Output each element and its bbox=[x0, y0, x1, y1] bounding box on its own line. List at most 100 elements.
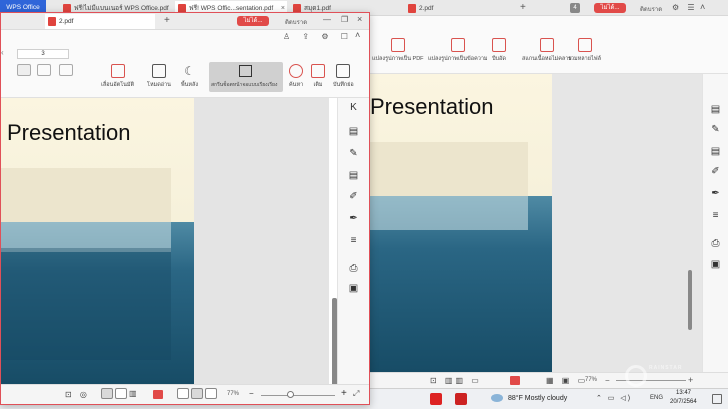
search-button[interactable]: ค้นหา bbox=[289, 64, 303, 89]
scan-button[interactable]: สแกนเนื้อหอไม่คลาย bbox=[522, 38, 572, 63]
button-label: เลื่อนอัตโนมัติ bbox=[101, 82, 135, 88]
sea-surface bbox=[370, 196, 528, 230]
button-label: แปลงรูปภาพเป็นข้อความ bbox=[428, 56, 488, 62]
background-document-view[interactable]: Presentation bbox=[370, 74, 702, 372]
compress-icon bbox=[492, 38, 506, 52]
tab-2-pdf[interactable]: 2.pdf bbox=[45, 14, 155, 29]
slide-panel bbox=[1, 168, 171, 224]
login-button[interactable]: ไม่ได้... bbox=[594, 3, 626, 13]
fill-icon bbox=[311, 64, 325, 78]
watermark-circle bbox=[625, 365, 647, 387]
double-view-button[interactable] bbox=[115, 388, 127, 399]
chevron-left-icon[interactable]: ‹ bbox=[1, 48, 4, 57]
auto-scroll-button[interactable]: เลื่อนอัตโนมัติ bbox=[101, 64, 134, 89]
slide-title: Presentation bbox=[7, 120, 131, 145]
pen-icon[interactable]: ✒ bbox=[348, 213, 359, 224]
clock-time[interactable]: 13:47 bbox=[676, 390, 691, 396]
book-icon bbox=[151, 64, 166, 78]
login-button[interactable]: ไม่ได้... bbox=[237, 16, 269, 26]
language-indicator[interactable]: ENG bbox=[650, 395, 663, 401]
merge-files-button[interactable]: รวมหลายไฟล์ bbox=[568, 38, 601, 63]
fit-width-button[interactable] bbox=[191, 388, 203, 399]
fullscreen-icon[interactable]: ⤢ bbox=[353, 389, 359, 399]
single-page-icon[interactable] bbox=[17, 64, 31, 76]
convert-icon[interactable]: ▤ bbox=[710, 146, 721, 157]
minimize-icon[interactable]: — bbox=[323, 15, 331, 24]
scrollbar-thumb[interactable] bbox=[688, 270, 692, 330]
frame-icon[interactable]: ▣ bbox=[710, 259, 721, 270]
weather-text[interactable]: 88°F Mostly cloudy bbox=[508, 395, 567, 402]
book-view-icon[interactable]: ▥ bbox=[129, 389, 137, 398]
window-icons[interactable]: ⚙ ☰ bbox=[672, 3, 698, 12]
notes-button[interactable]: บันทึกย่อ bbox=[333, 64, 354, 89]
background-button[interactable]: ☾ พื้นหลัง bbox=[181, 64, 198, 89]
image-to-text-button[interactable]: แปลงรูปภาพเป็นข้อความ bbox=[428, 38, 488, 63]
chevron-up-icon[interactable]: ˄ bbox=[355, 30, 360, 40]
close-icon[interactable]: × bbox=[357, 14, 362, 24]
tab-pdf-4[interactable]: 2.pdf bbox=[405, 1, 517, 16]
zoom-in-icon[interactable]: + bbox=[341, 388, 347, 399]
layout-icons[interactable]: ▦ ▣ ▭ bbox=[546, 376, 588, 385]
share-label[interactable]: ติดบราด bbox=[285, 17, 307, 27]
single-view-button[interactable] bbox=[101, 388, 113, 399]
edit-icon[interactable]: ✎ bbox=[710, 124, 721, 135]
taskbar-pdf-icon[interactable] bbox=[455, 393, 467, 405]
new-tab-plus-icon[interactable]: + bbox=[520, 2, 526, 13]
zoom-slider-knob[interactable] bbox=[287, 391, 294, 398]
zoom-level[interactable]: 77% bbox=[227, 391, 239, 397]
print-icon[interactable]: ⎙ bbox=[710, 238, 721, 249]
screenshot-button[interactable]: สกรีนช็อตหน้าจอแบบเรียงเรียง bbox=[209, 62, 283, 92]
sea-shadow bbox=[1, 248, 171, 360]
view-mode-icons[interactable]: ⊡ ▥▥ ▭ bbox=[430, 376, 482, 385]
weather-cloud-icon bbox=[490, 392, 504, 403]
compare-icon[interactable]: ≡ bbox=[348, 235, 359, 246]
compare-icon[interactable]: ≡ bbox=[710, 210, 721, 221]
read-mode-button[interactable]: โหมดอ่าน bbox=[147, 64, 171, 89]
play-icon[interactable] bbox=[153, 390, 163, 399]
convert-icon[interactable]: ▤ bbox=[348, 170, 359, 181]
notification-icon[interactable] bbox=[712, 394, 722, 404]
slide-page: Presentation bbox=[370, 74, 552, 372]
view-mode-icons[interactable]: ⊡ ◎ bbox=[65, 390, 90, 399]
pdf-icon bbox=[408, 4, 416, 13]
sign-icon[interactable]: ✐ bbox=[710, 166, 721, 177]
export-icon[interactable]: ▤ bbox=[348, 126, 359, 137]
button-label: สกรีนช็อตหน้าจอแบบเรียงเรียง bbox=[211, 82, 278, 88]
slide-page: Presentation bbox=[1, 98, 194, 384]
zoom-out-icon[interactable]: − bbox=[605, 376, 610, 385]
fit-page-button[interactable] bbox=[177, 388, 189, 399]
foreground-document-view[interactable]: Presentation bbox=[1, 98, 337, 388]
zoom-level[interactable]: 77% bbox=[585, 377, 597, 383]
new-tab-plus-icon[interactable]: + bbox=[164, 15, 170, 26]
play-icon[interactable] bbox=[510, 376, 520, 385]
page-number-input[interactable]: 3 bbox=[17, 49, 69, 59]
background-right-sidebar: ▤ ✎ ▤ ✐ ✒ ≡ ⎙ ▣ bbox=[702, 74, 728, 372]
foreground-pdf-window[interactable]: 2.pdf + ไม่ได้... ติดบราด — ❐ × ♙ ⇪ ⚙ ☐ … bbox=[0, 12, 370, 405]
chevron-up-icon[interactable]: ˄ bbox=[700, 2, 705, 12]
zoom-out-icon[interactable]: − bbox=[249, 389, 254, 398]
foreground-status-bar: ⊡ ◎ ▥ 77% − + ⤢ bbox=[1, 384, 369, 404]
pen-icon[interactable]: ✒ bbox=[710, 188, 721, 199]
taskbar-wps-icon[interactable] bbox=[430, 393, 442, 405]
collapse-icon[interactable]: K bbox=[348, 102, 359, 113]
pdf-icon bbox=[48, 17, 56, 26]
note-icon bbox=[336, 64, 351, 78]
frame-icon[interactable]: ▣ bbox=[348, 283, 359, 294]
clock-date[interactable]: 20/7/2564 bbox=[670, 399, 697, 405]
compress-button[interactable]: บีบอัด bbox=[492, 38, 506, 63]
edit-icon[interactable]: ✎ bbox=[348, 148, 359, 159]
zoom-slider-track[interactable] bbox=[261, 395, 335, 396]
sign-icon[interactable]: ✐ bbox=[348, 191, 359, 202]
actual-size-button[interactable] bbox=[205, 388, 217, 399]
export-icon[interactable]: ▤ bbox=[710, 104, 721, 115]
double-page-icon[interactable] bbox=[37, 64, 51, 76]
restore-icon[interactable]: ❐ bbox=[341, 15, 348, 24]
tab-label: 2.pdf bbox=[419, 5, 434, 12]
convert-image-to-pdf-button[interactable]: แปลงรูปภาพเป็น PDF bbox=[372, 38, 424, 63]
tray-icons[interactable]: ⌃ ▭ ◁) bbox=[596, 394, 632, 402]
continuous-icon[interactable] bbox=[59, 64, 73, 76]
fill-button[interactable]: เติม bbox=[311, 64, 325, 89]
print-icon[interactable]: ⎙ bbox=[348, 263, 359, 274]
share-label[interactable]: ติดบราด bbox=[640, 4, 662, 14]
tab-count-badge[interactable]: 4 bbox=[570, 3, 580, 13]
